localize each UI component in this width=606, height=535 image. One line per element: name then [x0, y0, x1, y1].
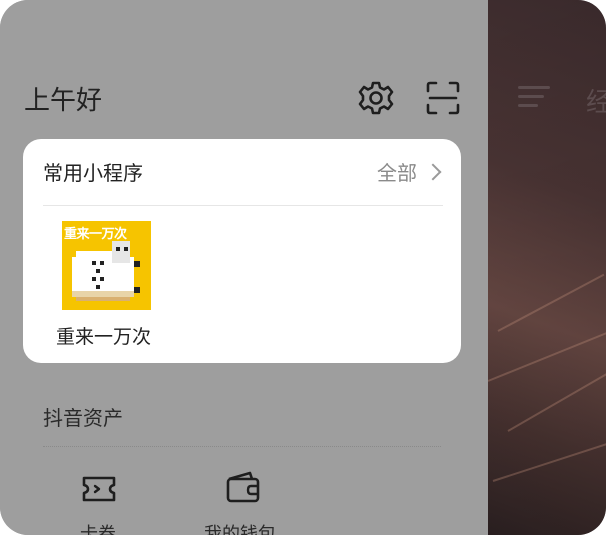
backdrop-streak	[497, 273, 605, 332]
ticket-icon[interactable]	[81, 474, 117, 504]
chevron-right-icon	[424, 163, 442, 181]
screen-frame: 经 上午好 常用小程序 全部 重来一万次 重来一万次 抖音资产 卡券 我的钱包	[0, 0, 606, 535]
mini-programs-title: 常用小程序	[43, 161, 143, 185]
backdrop-streak	[492, 436, 606, 482]
view-all-link[interactable]: 全部	[377, 157, 442, 186]
scan-icon[interactable]	[424, 79, 462, 117]
backdrop-streak	[487, 327, 606, 382]
wallet-icon[interactable]	[224, 470, 262, 504]
view-all-label: 全部	[377, 161, 417, 185]
backdrop-streak	[507, 365, 606, 432]
backdrop-menu-icon	[518, 86, 550, 108]
wallet-label[interactable]: 我的钱包	[204, 520, 276, 535]
assets-divider	[43, 446, 441, 447]
card-divider	[43, 205, 443, 206]
pixel-art-illustration	[72, 241, 140, 301]
app-name-label[interactable]: 重来一万次	[56, 322, 151, 349]
backdrop-partial-text: 经	[586, 88, 606, 118]
mini-programs-card: 常用小程序 全部 重来一万次 重来一万次	[23, 139, 461, 363]
ticket-label[interactable]: 卡券	[80, 520, 116, 535]
side-drawer: 上午好 常用小程序 全部 重来一万次 重来一万次 抖音资产 卡券 我的钱包	[0, 0, 488, 535]
assets-section-title: 抖音资产	[43, 406, 123, 430]
underlying-page-backdrop[interactable]: 经	[487, 0, 606, 535]
gear-icon[interactable]	[357, 79, 395, 117]
pixel-ghost-app-icon[interactable]: 重来一万次	[62, 221, 151, 310]
greeting-text: 上午好	[24, 86, 103, 116]
